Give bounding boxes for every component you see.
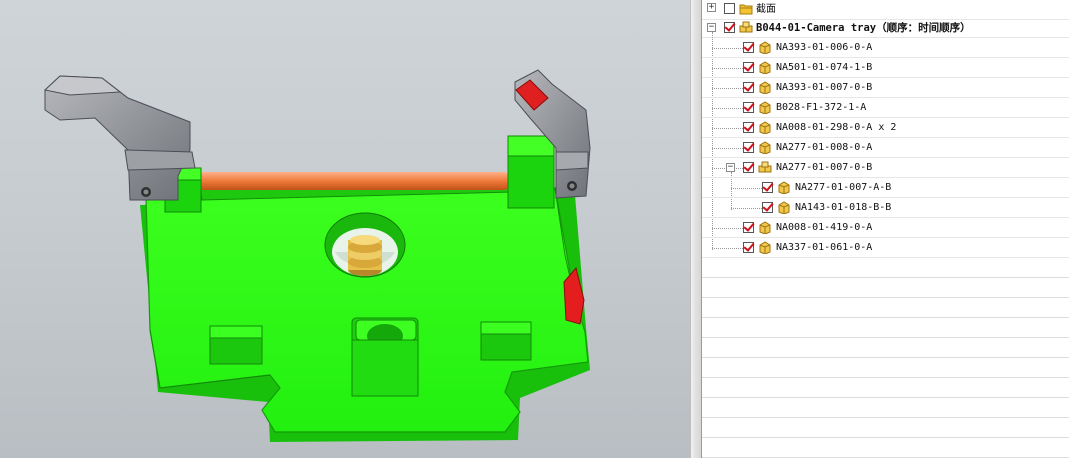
part-icon [759,81,771,94]
empty-row [702,258,1069,278]
component-checkbox[interactable] [762,202,773,213]
tree-row-component[interactable]: NA393-01-007-0-B [702,78,1069,98]
empty-row [702,398,1069,418]
part-icon [759,61,771,74]
component-checkbox[interactable] [743,162,754,173]
folder-icon [739,4,753,15]
tree-row-component[interactable]: NA277-01-008-0-A [702,138,1069,158]
tree-row-component[interactable]: NA393-01-006-0-A [702,38,1069,58]
assembly-icon [758,161,772,173]
camera-tray-model[interactable] [0,0,690,458]
component-checkbox[interactable] [762,182,773,193]
root-checkbox[interactable] [724,22,735,33]
tree-row-component[interactable]: NA501-01-074-1-B [702,58,1069,78]
part-icon [778,201,790,214]
part-icon [759,41,771,54]
empty-row [702,358,1069,378]
collapse-icon[interactable]: − [726,163,735,172]
component-label: NA143-01-018-B-B [795,202,892,213]
empty-row [702,378,1069,398]
empty-row [702,298,1069,318]
empty-row [702,418,1069,438]
part-icon [759,101,771,114]
assembly-navigator: + 截面 − B044-01-Camera tray（顺序：时间顺序） NA39… [702,0,1069,458]
section-checkbox[interactable] [724,3,735,14]
left-latch-clip [43,75,196,201]
assembly-icon [739,21,753,33]
component-label: NA277-01-008-0-A [776,142,873,153]
3d-viewport[interactable] [0,0,690,458]
tree-row-component[interactable]: NA337-01-061-0-A [702,238,1069,258]
tripod-screw [348,235,382,276]
component-checkbox[interactable] [743,102,754,113]
component-checkbox[interactable] [743,62,754,73]
tree-row-component[interactable]: NA143-01-018-B-B [702,198,1069,218]
component-label: NA393-01-006-0-A [776,42,873,53]
tree-row-component[interactable]: NA008-01-298-0-A x 2 [702,118,1069,138]
expand-icon[interactable]: + [707,3,716,12]
empty-row [702,438,1069,458]
empty-row [702,338,1069,358]
tree-row-component[interactable]: B028-F1-372-1-A [702,98,1069,118]
component-label: NA393-01-007-0-B [776,82,873,93]
empty-row [702,278,1069,298]
component-checkbox[interactable] [743,142,754,153]
empty-row [702,318,1069,338]
component-label: NA277-01-007-A-B [795,182,892,193]
part-icon [778,181,790,194]
panel-splitter[interactable] [690,0,702,458]
part-icon [759,241,771,254]
part-icon [759,141,771,154]
tree-row-component[interactable]: NA008-01-419-0-A [702,218,1069,238]
component-checkbox[interactable] [743,122,754,133]
component-label: NA501-01-074-1-B [776,62,873,73]
component-label: NA277-01-007-0-B [776,162,873,173]
component-checkbox[interactable] [743,242,754,253]
part-icon [759,121,771,134]
collapse-icon[interactable]: − [707,23,716,32]
guide-rod [193,172,511,190]
part-icon [759,221,771,234]
section-label: 截面 [756,4,776,15]
tree-row-component[interactable]: − NA277-01-007-0-B [702,158,1069,178]
tree-row-root[interactable]: − B044-01-Camera tray（顺序：时间顺序） [702,18,1069,38]
component-checkbox[interactable] [743,42,754,53]
tree-row-section[interactable]: + 截面 [702,0,1069,20]
component-label: NA008-01-419-0-A [776,222,873,233]
component-label: NA337-01-061-0-A [776,242,873,253]
component-label: B028-F1-372-1-A [776,102,867,113]
component-checkbox[interactable] [743,222,754,233]
tree-row-component[interactable]: NA277-01-007-A-B [702,178,1069,198]
component-checkbox[interactable] [743,82,754,93]
component-label: NA008-01-298-0-A x 2 [776,122,897,133]
root-label: B044-01-Camera tray（顺序：时间顺序） [756,22,971,34]
